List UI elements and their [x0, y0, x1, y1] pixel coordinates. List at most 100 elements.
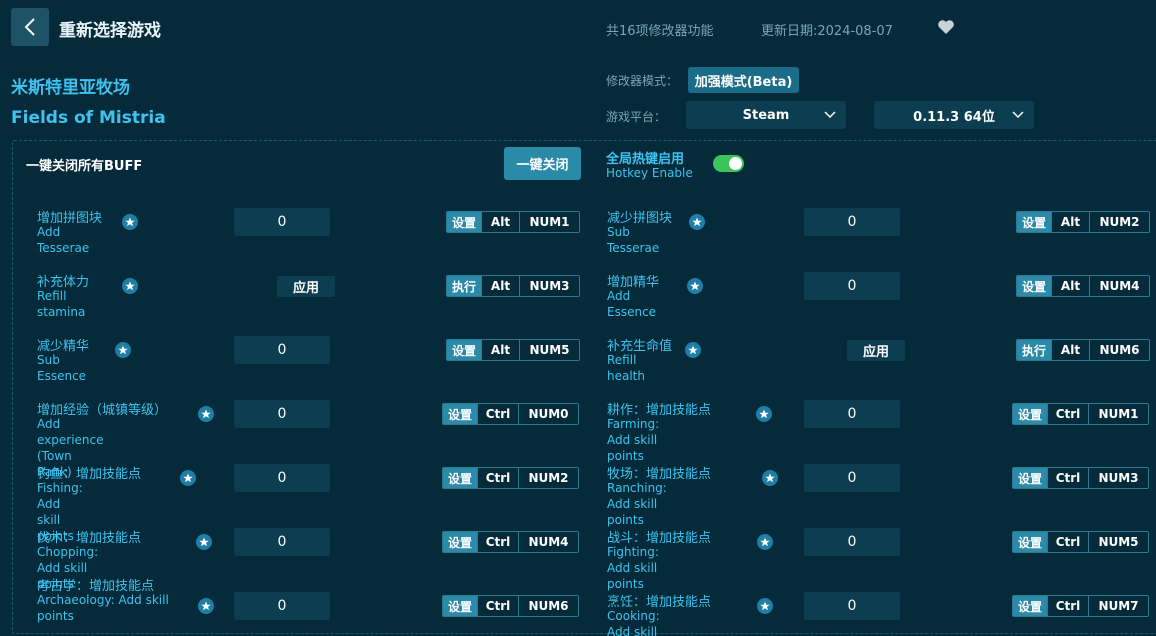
hotkey-modifier[interactable]: Alt	[1051, 212, 1089, 232]
value-input[interactable]: 0	[234, 400, 330, 428]
value-input[interactable]: 0	[234, 592, 330, 620]
hotkey-modifier[interactable]: Ctrl	[1047, 468, 1088, 488]
feature-count: 共16项修改器功能	[606, 24, 714, 39]
heart-icon[interactable]	[937, 19, 955, 35]
star-icon[interactable]	[115, 342, 131, 358]
star-icon[interactable]	[198, 598, 214, 614]
apply-button[interactable]: 应用	[847, 340, 905, 361]
star-icon[interactable]	[689, 214, 705, 230]
platform-select-value: Steam	[742, 107, 790, 123]
hotkey-group: 设置 Alt NUM5	[446, 339, 580, 361]
hotkey-modifier[interactable]: Ctrl	[1047, 596, 1088, 616]
hotkey-modifier[interactable]: Alt	[481, 212, 519, 232]
hotkey-key[interactable]: NUM2	[1089, 212, 1149, 232]
hotkey-key[interactable]: NUM2	[518, 468, 578, 488]
hotkey-action-button[interactable]: 设置	[443, 468, 477, 488]
hotkey-group: 设置 Alt NUM4	[1016, 275, 1150, 297]
back-button[interactable]	[11, 8, 49, 46]
cheat-label-en: Add Tesserae	[37, 225, 90, 255]
hotkey-action-button[interactable]: 设置	[1013, 404, 1047, 424]
hotkey-key[interactable]: NUM5	[1088, 532, 1148, 552]
hotkey-modifier[interactable]: Alt	[1051, 276, 1089, 296]
hotkey-key[interactable]: NUM6	[518, 596, 578, 616]
star-icon[interactable]	[762, 470, 778, 486]
hotkey-modifier[interactable]: Alt	[481, 276, 519, 296]
value-input[interactable]: 0	[234, 528, 330, 556]
hotkey-key[interactable]: NUM3	[1088, 468, 1148, 488]
star-icon[interactable]	[122, 278, 138, 294]
hotkey-group: 设置 Ctrl NUM5	[1012, 531, 1149, 553]
cheat-label-en: Ranching: Add skill points	[607, 481, 667, 527]
update-date: 更新日期:2024-08-07	[761, 24, 893, 39]
star-icon[interactable]	[196, 534, 212, 550]
value-input[interactable]: 0	[234, 464, 330, 492]
value-input[interactable]: 0	[804, 208, 900, 236]
cheat-label-en: Fighting: Add skill points	[607, 545, 659, 591]
hotkey-action-button[interactable]: 设置	[443, 596, 477, 616]
hotkey-modifier[interactable]: Ctrl	[477, 468, 518, 488]
mode-label: 修改器模式：	[606, 74, 679, 88]
hotkey-group: 设置 Ctrl NUM0	[442, 403, 579, 425]
cheat-label-en: Archaeology: Add skill points	[37, 593, 169, 623]
hotkey-key[interactable]: NUM1	[519, 212, 579, 232]
hotkey-key[interactable]: NUM5	[519, 340, 579, 360]
cheat-label-en: Sub Tesserae	[607, 225, 660, 255]
value-input[interactable]: 0	[234, 208, 330, 236]
hotkey-group: 设置 Alt NUM1	[446, 211, 580, 233]
hotkey-modifier[interactable]: Alt	[1051, 340, 1089, 360]
hotkey-action-button[interactable]: 设置	[1013, 468, 1047, 488]
hotkey-key[interactable]: NUM6	[1089, 340, 1149, 360]
hotkey-key[interactable]: NUM3	[519, 276, 579, 296]
hotkey-action-button[interactable]: 设置	[447, 340, 481, 360]
apply-button[interactable]: 应用	[277, 276, 335, 297]
value-input[interactable]: 0	[804, 272, 900, 300]
hotkey-action-button[interactable]: 设置	[1013, 532, 1047, 552]
hotkey-action-button[interactable]: 设置	[443, 404, 477, 424]
hotkey-modifier[interactable]: Ctrl	[1047, 404, 1088, 424]
value-input[interactable]: 0	[234, 336, 330, 364]
hotkey-key[interactable]: NUM4	[1089, 276, 1149, 296]
platform-select[interactable]: Steam	[686, 101, 846, 129]
star-icon[interactable]	[757, 534, 773, 550]
page-title: 重新选择游戏	[59, 21, 161, 41]
value-input[interactable]: 0	[804, 592, 900, 620]
version-select[interactable]: 0.11.3 64位	[874, 101, 1034, 129]
hotkey-action-button[interactable]: 设置	[1017, 276, 1051, 296]
value-input[interactable]: 0	[804, 400, 900, 428]
hotkey-action-button[interactable]: 设置	[1013, 596, 1047, 616]
hotkey-key[interactable]: NUM4	[518, 532, 578, 552]
hotkey-group: 设置 Alt NUM2	[1016, 211, 1150, 233]
star-icon[interactable]	[685, 342, 701, 358]
star-icon[interactable]	[198, 406, 214, 422]
star-icon[interactable]	[687, 278, 703, 294]
star-icon[interactable]	[180, 470, 196, 486]
hotkey-toggle[interactable]	[713, 155, 744, 172]
hotkey-modifier[interactable]: Ctrl	[1047, 532, 1088, 552]
hotkey-group: 执行 Alt NUM6	[1016, 339, 1150, 361]
value-input[interactable]: 0	[804, 464, 900, 492]
chevron-down-icon	[824, 111, 836, 119]
hotkey-action-button[interactable]: 执行	[1017, 340, 1051, 360]
hotkey-key[interactable]: NUM7	[1088, 596, 1148, 616]
cheat-panel	[12, 140, 1156, 634]
star-icon[interactable]	[757, 598, 773, 614]
hotkey-group: 设置 Ctrl NUM7	[1012, 595, 1149, 617]
hotkey-action-button[interactable]: 设置	[443, 532, 477, 552]
value-input[interactable]: 0	[804, 528, 900, 556]
mode-badge[interactable]: 加强模式(Beta)	[688, 67, 799, 93]
close-all-button[interactable]: 一键关闭	[504, 147, 581, 180]
hotkey-modifier[interactable]: Ctrl	[477, 532, 518, 552]
hotkey-group: 设置 Ctrl NUM1	[1012, 403, 1149, 425]
hotkey-group: 设置 Ctrl NUM6	[442, 595, 579, 617]
hotkey-modifier[interactable]: Alt	[481, 340, 519, 360]
star-icon[interactable]	[122, 214, 138, 230]
hotkey-key[interactable]: NUM0	[518, 404, 578, 424]
star-icon[interactable]	[756, 406, 772, 422]
hotkey-action-button[interactable]: 设置	[447, 212, 481, 232]
hotkey-action-button[interactable]: 设置	[1017, 212, 1051, 232]
hotkey-group: 设置 Ctrl NUM4	[442, 531, 579, 553]
hotkey-action-button[interactable]: 执行	[447, 276, 481, 296]
hotkey-modifier[interactable]: Ctrl	[477, 404, 518, 424]
hotkey-modifier[interactable]: Ctrl	[477, 596, 518, 616]
hotkey-key[interactable]: NUM1	[1088, 404, 1148, 424]
